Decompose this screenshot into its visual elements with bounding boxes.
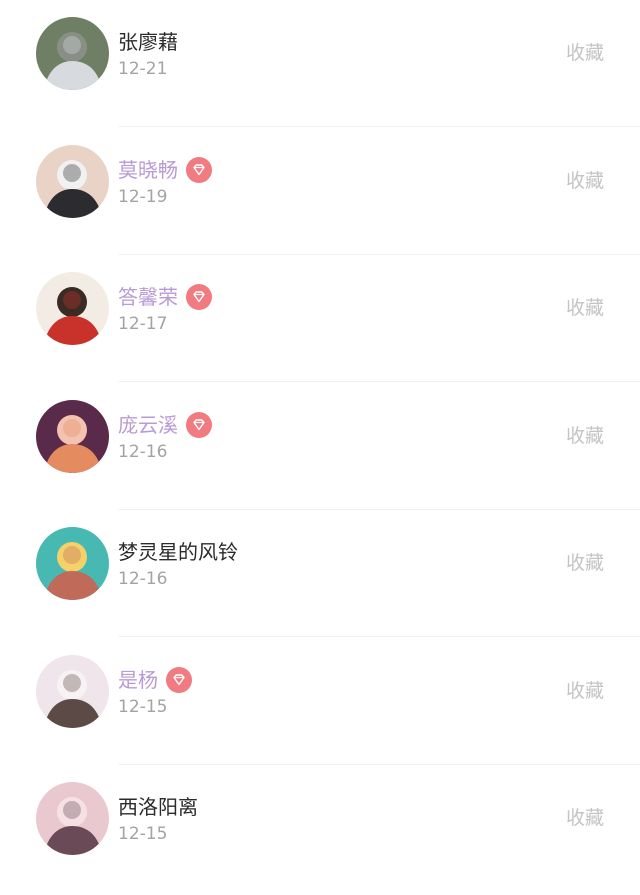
user-name[interactable]: 是杨 bbox=[118, 667, 158, 693]
diamond-icon bbox=[166, 666, 192, 693]
name-line: 西洛阳离 bbox=[118, 792, 198, 822]
avatar[interactable] bbox=[36, 654, 109, 728]
list-item[interactable]: 答馨荣 12-17 收藏 bbox=[0, 255, 640, 382]
list-item[interactable]: 张廖藉 12-21 收藏 bbox=[0, 0, 640, 127]
user-name[interactable]: 莫晓畅 bbox=[118, 157, 178, 183]
avatar[interactable] bbox=[36, 17, 109, 90]
avatar[interactable] bbox=[36, 782, 109, 855]
name-line: 张廖藉 bbox=[118, 27, 178, 57]
user-name[interactable]: 张廖藉 bbox=[118, 29, 178, 55]
user-name[interactable]: 答馨荣 bbox=[118, 284, 178, 310]
member-list: 张廖藉 12-21 收藏 莫晓畅 12-19 收藏 答馨荣 12-17 收藏 庞云溪 12-16 收藏… bbox=[0, 0, 640, 895]
user-name[interactable]: 庞云溪 bbox=[118, 412, 178, 438]
diamond-icon bbox=[186, 411, 212, 438]
collect-button[interactable]: 收藏 bbox=[566, 168, 604, 194]
collect-button[interactable]: 收藏 bbox=[566, 40, 604, 66]
list-item[interactable]: 梦灵星的风铃 12-16 收藏 bbox=[0, 510, 640, 637]
date-label: 12-17 bbox=[118, 314, 168, 334]
diamond-icon bbox=[186, 284, 212, 310]
avatar[interactable] bbox=[36, 144, 109, 218]
name-line: 答馨荣 bbox=[118, 282, 212, 312]
date-label: 12-21 bbox=[118, 59, 168, 79]
collect-button[interactable]: 收藏 bbox=[566, 805, 604, 831]
list-item[interactable]: 西洛阳离 12-15 收藏 bbox=[0, 765, 640, 892]
collect-button[interactable]: 收藏 bbox=[566, 678, 604, 704]
date-label: 12-16 bbox=[118, 569, 168, 589]
avatar[interactable] bbox=[36, 527, 109, 600]
avatar[interactable] bbox=[36, 272, 109, 345]
user-name[interactable]: 梦灵星的风铃 bbox=[118, 539, 238, 565]
date-label: 12-15 bbox=[118, 824, 168, 844]
collect-button[interactable]: 收藏 bbox=[566, 550, 604, 576]
date-label: 12-16 bbox=[118, 441, 168, 462]
name-line: 莫晓畅 bbox=[118, 155, 212, 185]
collect-button[interactable]: 收藏 bbox=[566, 295, 604, 321]
list-item[interactable]: 庞云溪 12-16 收藏 bbox=[0, 383, 640, 510]
user-name[interactable]: 西洛阳离 bbox=[118, 794, 198, 820]
diamond-icon bbox=[186, 156, 212, 183]
name-line: 是杨 bbox=[118, 665, 192, 695]
list-item[interactable]: 是杨 12-15 收藏 bbox=[0, 638, 640, 765]
name-line: 梦灵星的风铃 bbox=[118, 537, 238, 567]
date-label: 12-15 bbox=[118, 696, 168, 717]
list-item[interactable]: 莫晓畅 12-19 收藏 bbox=[0, 128, 640, 255]
collect-button[interactable]: 收藏 bbox=[566, 423, 604, 449]
date-label: 12-19 bbox=[118, 186, 168, 207]
name-line: 庞云溪 bbox=[118, 410, 212, 440]
avatar[interactable] bbox=[36, 399, 109, 473]
